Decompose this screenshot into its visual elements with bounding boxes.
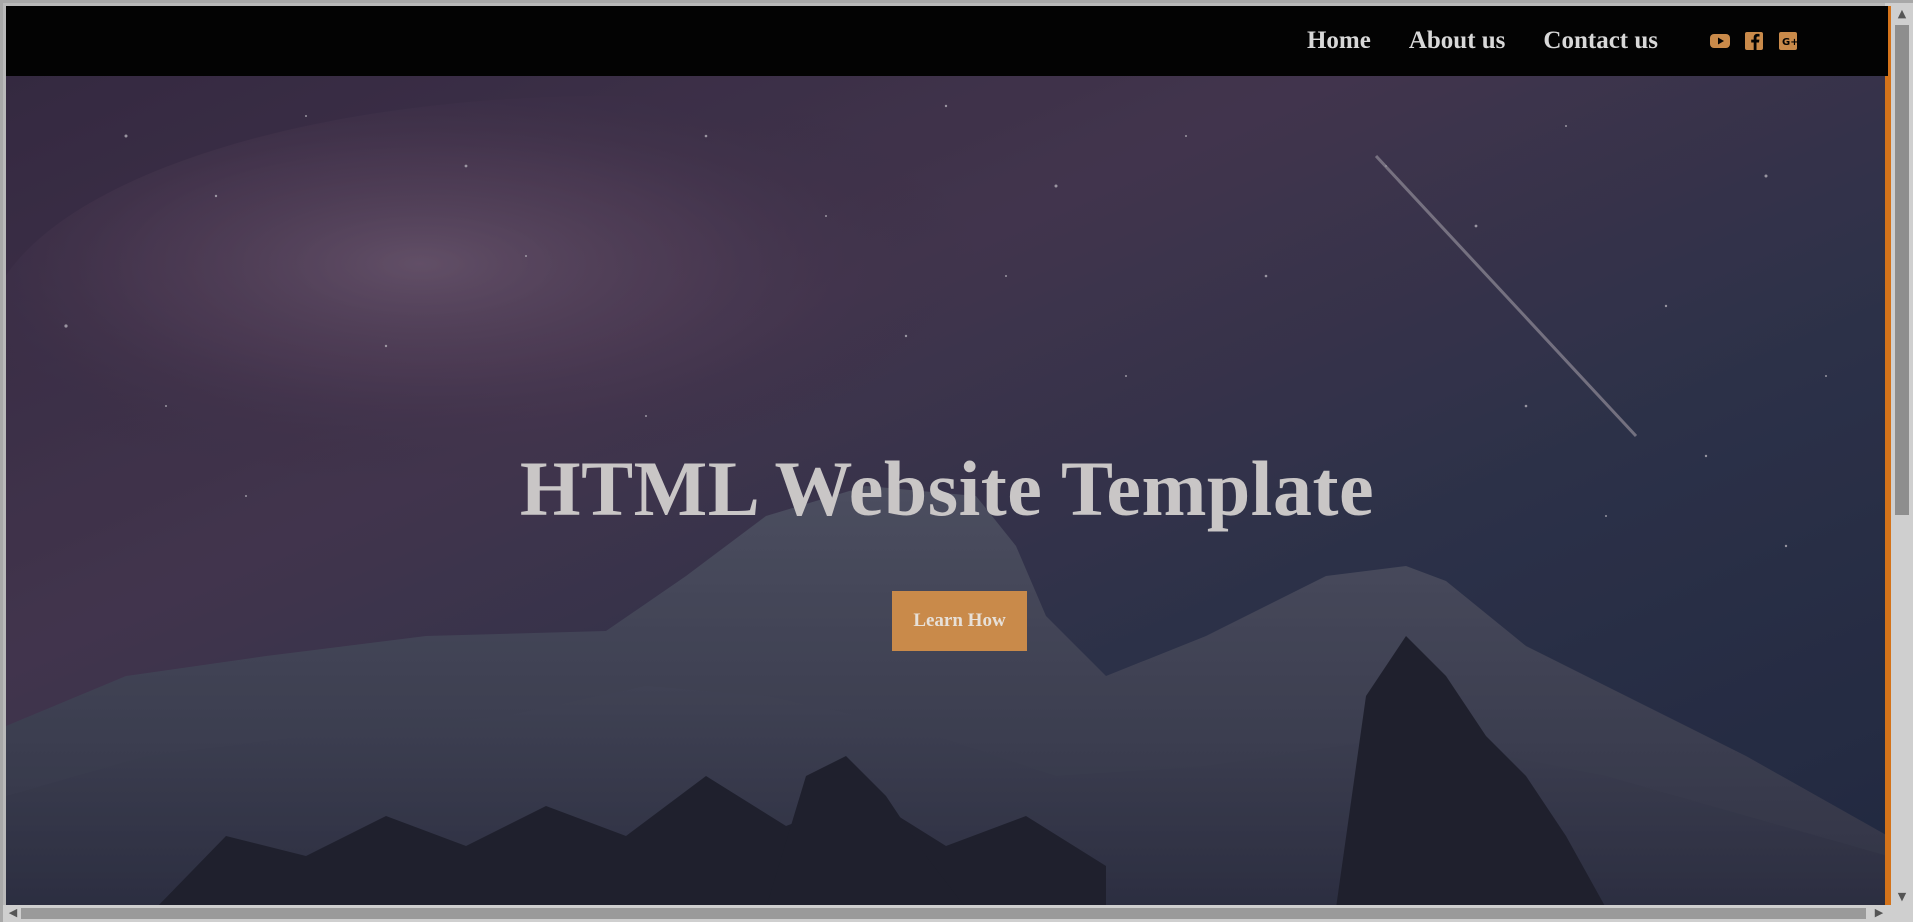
google-plus-icon[interactable]: G+ [1778,32,1798,50]
scroll-down-arrow-icon[interactable]: ▼ [1895,890,1909,904]
youtube-icon[interactable] [1710,32,1730,50]
nav-links: Home About us Contact us [1307,6,1658,76]
browser-frame: Home About us Contact us G+ HTML Website… [0,0,1913,922]
facebook-icon[interactable] [1744,32,1764,50]
scroll-up-arrow-icon[interactable]: ▲ [1895,7,1909,21]
hero-section: HTML Website Template Learn How [6,76,1888,908]
top-navbar: Home About us Contact us G+ [6,6,1888,76]
vertical-scroll-thumb[interactable] [1895,25,1909,515]
page-viewport: Home About us Contact us G+ HTML Website… [6,6,1888,908]
scroll-right-arrow-icon[interactable]: ▶ [1872,906,1886,920]
svg-text:G+: G+ [1782,37,1798,48]
scroll-left-arrow-icon[interactable]: ◀ [6,906,20,920]
hero-title: HTML Website Template [519,445,1375,532]
nav-home-link[interactable]: Home [1307,27,1371,55]
social-links: G+ [1710,32,1798,50]
horizontal-scroll-thumb[interactable] [21,908,1866,919]
nav-about-link[interactable]: About us [1409,27,1506,55]
nav-contact-link[interactable]: Contact us [1543,27,1658,55]
learn-how-button[interactable]: Learn How [892,591,1027,651]
vertical-scrollbar[interactable]: ▲ ▼ [1885,3,1913,908]
horizontal-scrollbar[interactable]: ◀ ▶ [3,905,1913,922]
scrollbar-accent-edge [1885,6,1891,906]
